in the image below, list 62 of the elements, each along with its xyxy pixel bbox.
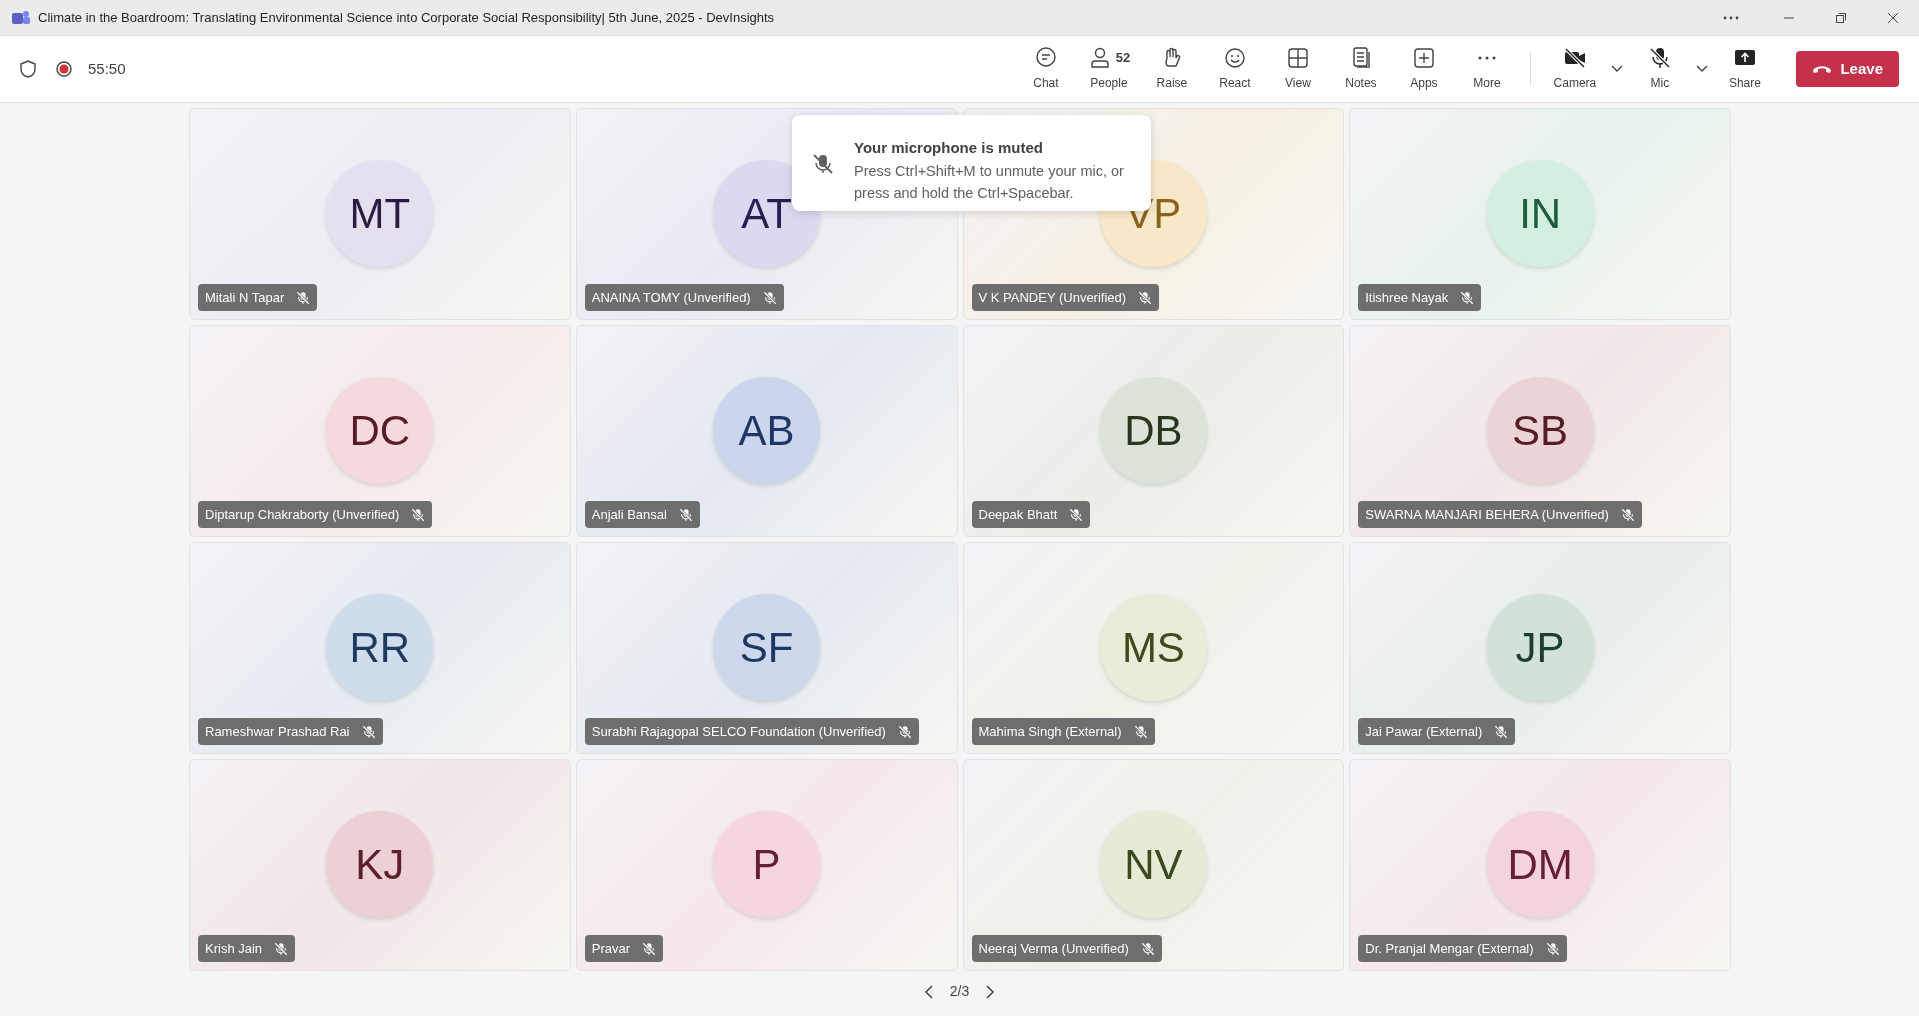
avatar: KJ	[326, 811, 434, 918]
participant-name: Itishree Nayak	[1365, 288, 1449, 307]
avatar: SB	[1486, 377, 1594, 484]
grid-icon	[1285, 46, 1310, 70]
more-button[interactable]: More	[1455, 39, 1519, 99]
smiley-icon	[1222, 46, 1247, 70]
raise-button[interactable]: Raise	[1140, 39, 1204, 99]
meeting-timer: 55:50	[88, 58, 126, 79]
participant-name: Anjali Bansal	[591, 505, 667, 524]
participant-name: Jai Pawar (External)	[1365, 722, 1483, 741]
notes-button[interactable]: Notes	[1329, 39, 1393, 99]
avatar: MS	[1099, 594, 1207, 701]
participant-name: Neeraj Verma (Unverified)	[978, 939, 1129, 958]
avatar: P	[713, 811, 821, 918]
avatar: RR	[326, 594, 434, 701]
chat-icon	[1033, 46, 1058, 70]
hang-up-icon	[1812, 64, 1833, 74]
participant-name: Krish Jain	[205, 939, 263, 958]
avatar: DB	[1099, 377, 1207, 484]
window-title: Climate in the Boardroom: Translating Environmental Science into Corporate Social Responsibility| 5th June, 2025 - DevInsights	[38, 8, 775, 27]
participant-name: Mitali N Tapar	[205, 288, 285, 307]
camera-button[interactable]: Camera	[1543, 39, 1607, 99]
next-page-icon[interactable]	[985, 983, 996, 1000]
avatar: NV	[1099, 811, 1207, 918]
participant-name: Mahima Singh (External)	[978, 722, 1122, 741]
view-button[interactable]: View	[1266, 39, 1330, 99]
leave-button[interactable]: Leave	[1796, 51, 1899, 87]
avatar: IN	[1486, 160, 1594, 267]
react-button[interactable]: React	[1203, 39, 1267, 99]
chevron-down-icon[interactable]	[1695, 64, 1710, 74]
avatar: JP	[1486, 594, 1594, 701]
avatar: DM	[1486, 811, 1594, 918]
notification-title: Your microphone is muted	[854, 138, 1044, 158]
chevron-down-icon[interactable]	[1610, 64, 1625, 74]
avatar: SF	[713, 594, 821, 701]
participant-name: Dr. Pranjal Mengar (External)	[1365, 939, 1534, 958]
participant-name: Deepak Bhatt	[978, 505, 1058, 524]
shield-icon[interactable]	[20, 60, 36, 78]
previous-page-icon[interactable]	[923, 983, 934, 1000]
chat-button[interactable]: Chat	[1014, 39, 1078, 99]
participant-name: ANAINA TOMY (Unverified)	[591, 288, 751, 307]
people-button[interactable]: 52 People	[1077, 39, 1141, 99]
app-logo-icon	[12, 9, 30, 26]
apps-button[interactable]: Apps	[1392, 39, 1456, 99]
participant-name: Surabhi Rajagopal SELCO Foundation (Unverified)	[591, 722, 886, 741]
page-indicator: 2/3	[949, 982, 970, 1001]
avatar: DC	[326, 377, 434, 484]
restore-icon[interactable]	[1835, 11, 1847, 24]
mic-button[interactable]: Mic	[1628, 39, 1692, 99]
participant-name: Rameshwar Prashad Rai	[205, 722, 350, 741]
participant-name: SWARNA MANJARI BEHERA (Unverified)	[1365, 505, 1609, 524]
participant-name: Pravar	[591, 939, 631, 958]
more-icon	[1476, 56, 1497, 60]
close-icon[interactable]	[1887, 11, 1899, 24]
mic-off-icon	[812, 153, 834, 175]
more-icon[interactable]	[1723, 15, 1739, 20]
plus-square-icon	[1411, 46, 1436, 70]
participant-name: V K PANDEY (Unverified)	[978, 288, 1127, 307]
avatar: AB	[713, 377, 821, 484]
share-button[interactable]: Share	[1713, 39, 1777, 99]
participant-name: Diptarup Chakraborty (Unverified)	[205, 505, 400, 524]
avatar: MT	[326, 160, 434, 267]
